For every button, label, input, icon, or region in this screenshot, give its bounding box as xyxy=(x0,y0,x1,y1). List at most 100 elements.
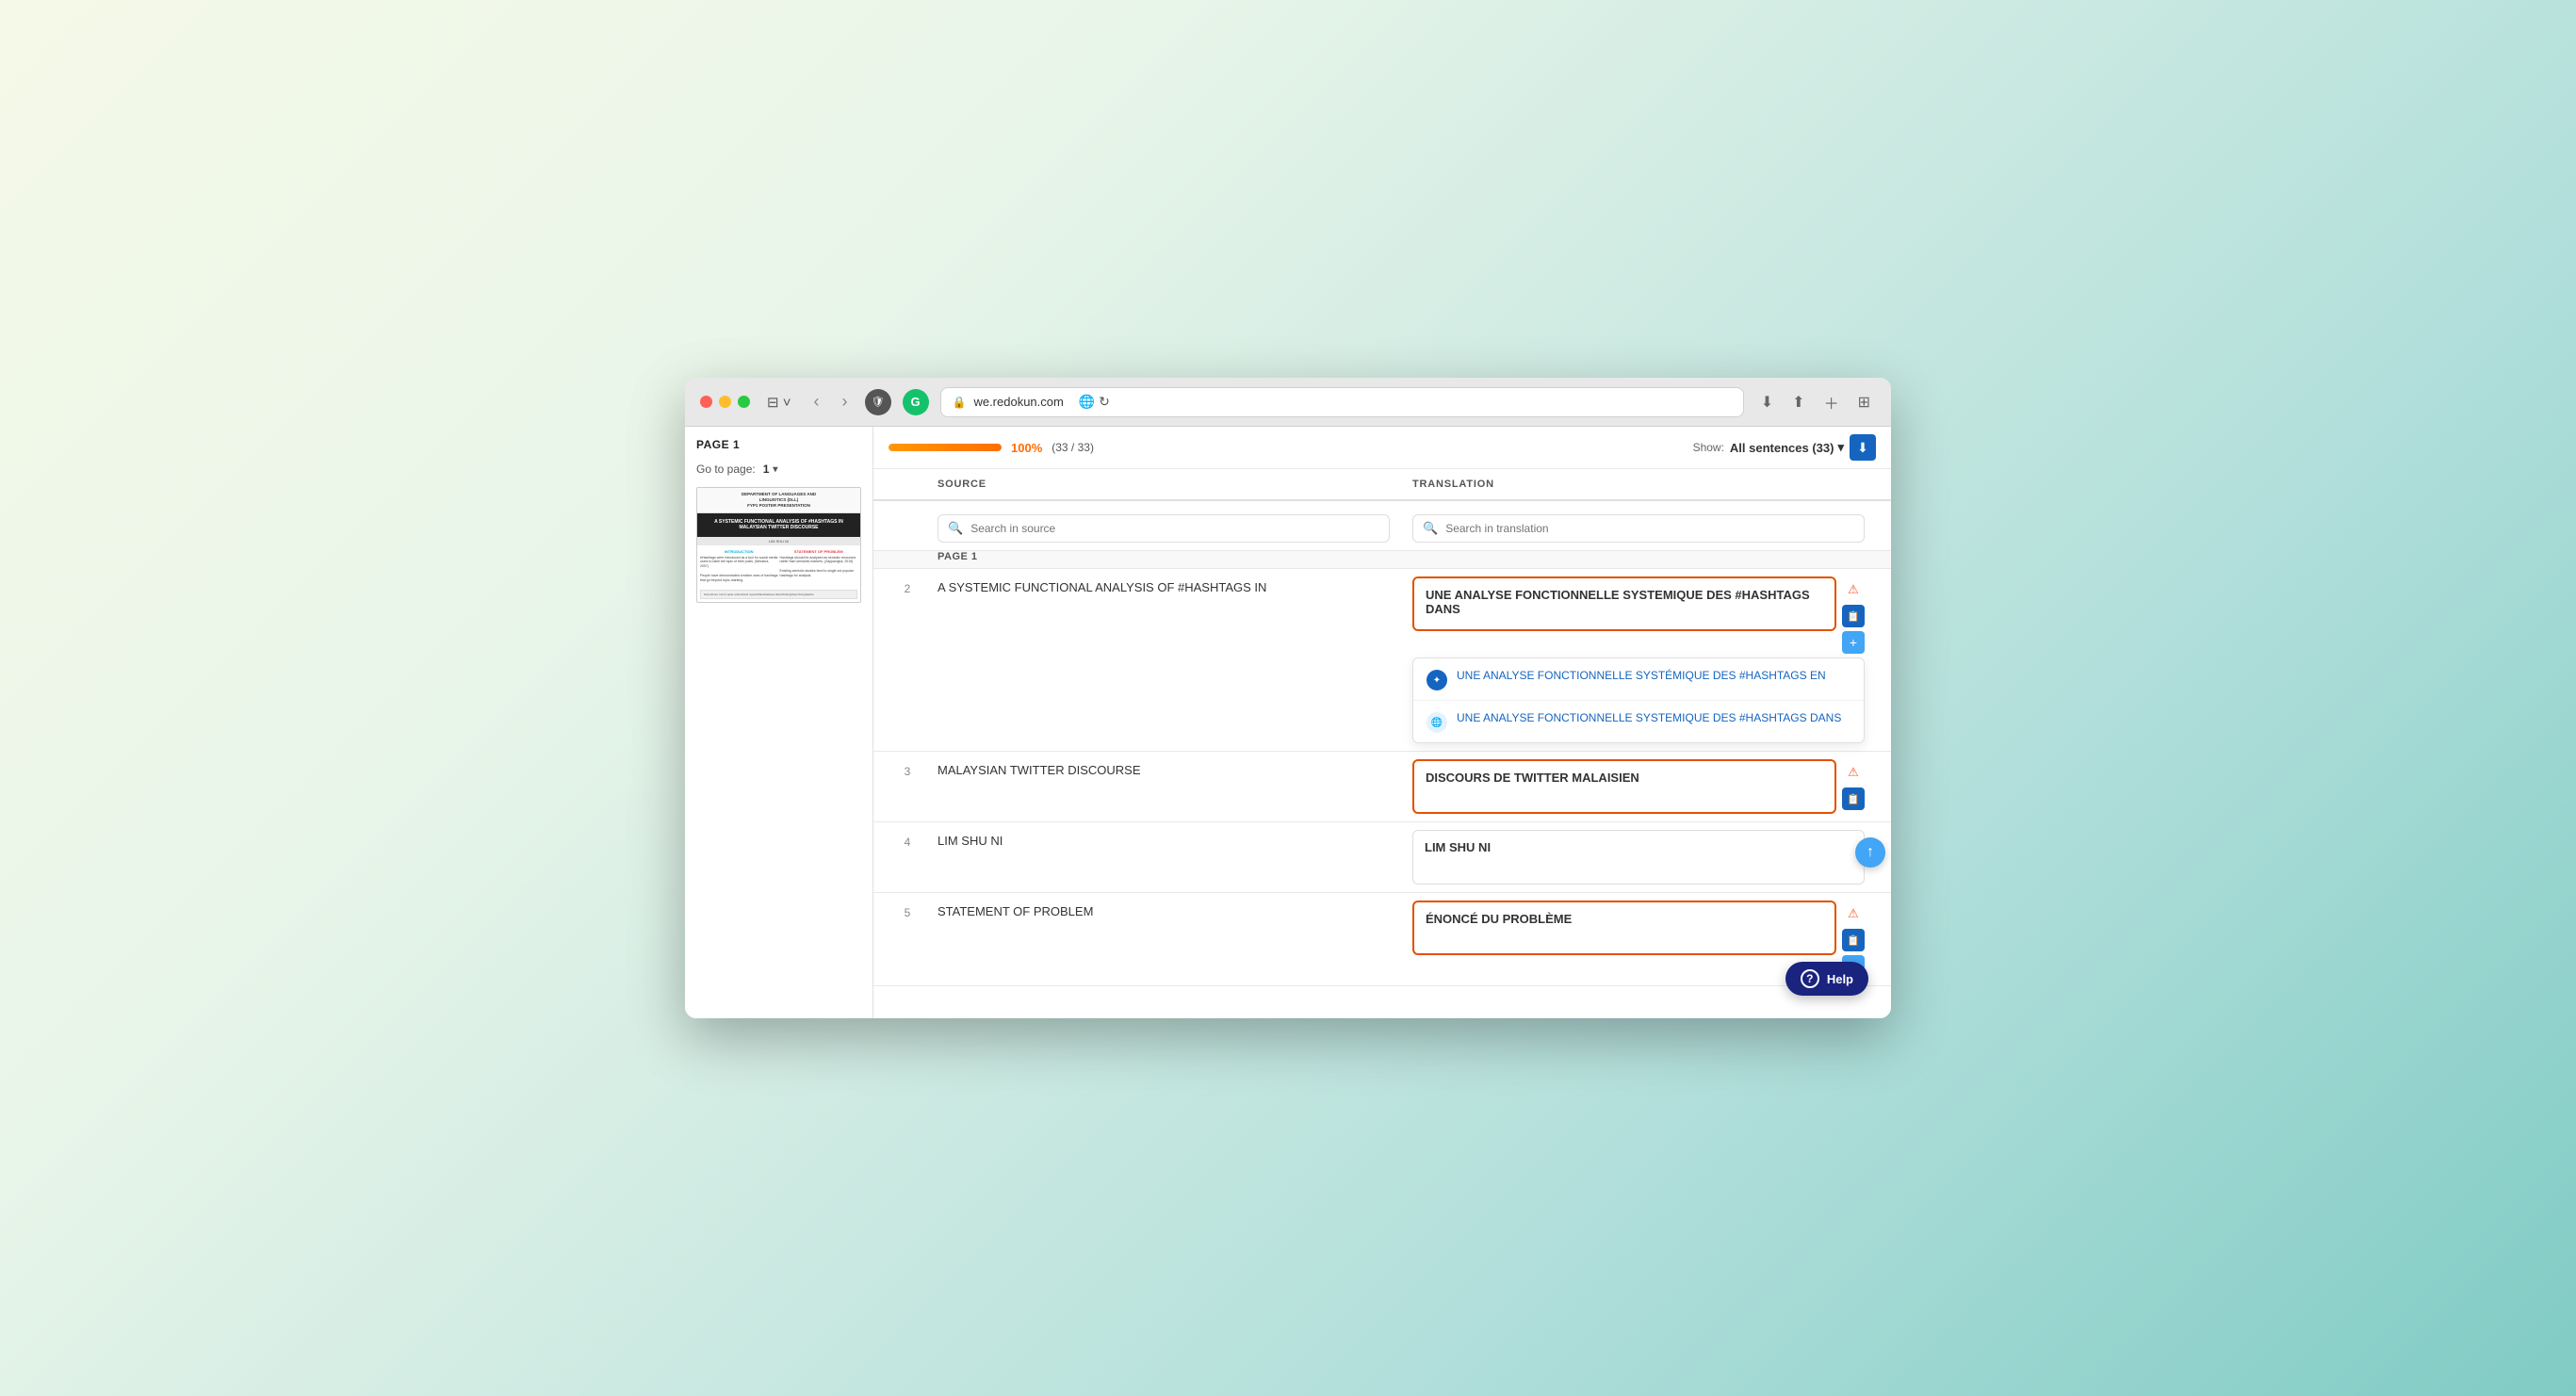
url-display: we.redokun.com xyxy=(973,395,1063,409)
page-dropdown[interactable]: 1 ▾ xyxy=(763,463,778,476)
help-button[interactable]: ? Help xyxy=(1785,962,1868,996)
sidebar-toggle-button[interactable]: ⊟ ˅ xyxy=(761,390,797,414)
translation-textarea-3[interactable]: DISCOURS DE TWITTER MALAISIEN xyxy=(1412,759,1836,814)
translation-cell-3: DISCOURS DE TWITTER MALAISIEN ⚠ 📋 xyxy=(1401,752,1876,821)
suggestions-dropdown: ✦ UNE ANALYSE FONCTIONNELLE SYSTÉMIQUE D… xyxy=(1412,657,1865,743)
toolbar-right: ⬇ ⬆ ＋ ⊞ xyxy=(1755,387,1876,417)
lock-icon: 🔒 xyxy=(953,396,967,409)
source-cell-5: STATEMENT OF PROBLEM xyxy=(926,893,1401,930)
chevron-down-icon: ▾ xyxy=(773,464,777,475)
source-search-icon: 🔍 xyxy=(948,521,963,536)
source-col-header: SOURCE xyxy=(926,469,1401,499)
translation-search-input[interactable] xyxy=(1445,522,1854,535)
download-button[interactable]: ⬇ xyxy=(1755,389,1779,415)
row-number: 2 xyxy=(889,569,926,609)
suggestion-item[interactable]: ✦ UNE ANALYSE FONCTIONNELLE SYSTÉMIQUE D… xyxy=(1413,658,1864,701)
doc-intro-title: INTRODUCTION xyxy=(700,549,778,554)
new-tab-button[interactable]: ＋ xyxy=(1818,387,1845,417)
filter-button[interactable]: ⬇ xyxy=(1850,434,1876,461)
add-button[interactable]: + xyxy=(1842,631,1865,654)
translation-search-cell: 🔍 xyxy=(1401,507,1876,550)
left-panel: PAGE 1 Go to page: 1 ▾ DEPARTMENT OF LAN… xyxy=(685,427,873,1018)
doc-problem-title: STATEMENT OF PROBLEM xyxy=(780,549,858,554)
translation-textarea[interactable]: UNE ANALYSE FONCTIONNELLE SYSTEMIQUE DES… xyxy=(1412,576,1836,631)
right-panel: 100% (33 / 33) Show: All sentences (33) … xyxy=(873,427,1891,1018)
help-icon: ? xyxy=(1801,969,1819,988)
copy-button-3[interactable]: 📋 xyxy=(1842,787,1865,810)
grammarly-icon: G xyxy=(903,389,929,415)
progress-section: 100% (33 / 33) xyxy=(889,441,1678,455)
maximize-button[interactable] xyxy=(738,396,750,408)
translation-col-header: TRANSLATION xyxy=(1401,469,1876,499)
progress-track xyxy=(889,444,1002,451)
translation-cell-4: LIM SHU NI xyxy=(1401,822,1876,892)
goto-page-section: Go to page: 1 ▾ xyxy=(696,463,861,476)
translation-search-icon: 🔍 xyxy=(1423,521,1438,536)
help-label: Help xyxy=(1827,972,1853,986)
translation-cell: UNE ANALYSE FONCTIONNELLE SYSTEMIQUE DES… xyxy=(1401,569,1876,751)
content-area: PAGE 1 Go to page: 1 ▾ DEPARTMENT OF LAN… xyxy=(685,427,1891,1018)
show-label: Show: xyxy=(1693,441,1724,454)
document-thumbnail: DEPARTMENT OF LANGUAGES ANDLINGUISTICS (… xyxy=(696,487,861,603)
source-search-input[interactable] xyxy=(970,522,1379,535)
source-cell-3: MALAYSIAN TWITTER DISCOURSE xyxy=(926,752,1401,788)
show-select-dropdown[interactable]: All sentences (33) ▾ xyxy=(1730,440,1844,455)
row-number-5: 5 xyxy=(889,893,926,933)
suggestion-item-2[interactable]: 🌐 UNE ANALYSE FONCTIONNELLE SYSTEMIQUE D… xyxy=(1413,701,1864,742)
table-header: SOURCE TRANSLATION xyxy=(873,469,1891,501)
warning-icon-3[interactable]: ⚠ xyxy=(1842,761,1865,784)
scroll-up-fab[interactable]: ↑ xyxy=(1855,837,1885,868)
progress-fill xyxy=(889,444,1002,451)
table-row-3: 3 MALAYSIAN TWITTER DISCOURSE DISCOURS D… xyxy=(873,752,1891,822)
copy-button[interactable]: 📋 xyxy=(1842,605,1865,627)
row-3-actions: ⚠ 📋 xyxy=(1842,759,1865,810)
filter-icon: ⬇ xyxy=(1857,440,1868,456)
progress-percent: 100% xyxy=(1011,441,1042,455)
scroll-up-icon: ↑ xyxy=(1867,844,1874,861)
doc-main-title: A SYSTEMIC FUNCTIONAL ANALYSIS OF #HASHT… xyxy=(697,513,860,537)
show-chevron-icon: ▾ xyxy=(1837,440,1844,455)
doc-problem-text: Hashtags should be analysed as semiotic … xyxy=(780,556,858,578)
search-row: 🔍 🔍 xyxy=(873,507,1891,551)
goto-label: Go to page: xyxy=(696,463,756,476)
table-row: 2 A SYSTEMIC FUNCTIONAL ANALYSIS OF #HAS… xyxy=(873,569,1891,752)
warning-icon-5[interactable]: ⚠ xyxy=(1842,902,1865,925)
suggestion-text-2: UNE ANALYSE FONCTIONNELLE SYSTEMIQUE DES… xyxy=(1457,710,1841,726)
suggestion-text: UNE ANALYSE FONCTIONNELLE SYSTÉMIQUE DES… xyxy=(1457,668,1826,684)
table-row-5: 5 STATEMENT OF PROBLEM ÉNONCÉ DU PROBLÈM… xyxy=(873,893,1891,986)
top-bar: 100% (33 / 33) Show: All sentences (33) … xyxy=(873,427,1891,469)
doc-author: LIM SHU NI xyxy=(697,537,860,545)
traffic-lights xyxy=(700,396,750,408)
show-value: All sentences (33) xyxy=(1730,441,1834,455)
back-button[interactable]: ‹ xyxy=(808,388,825,415)
doc-intro-text: #Hashtags were introduced as a tool for … xyxy=(700,556,778,583)
suggestion-icon-blue: ✦ xyxy=(1427,670,1447,690)
source-search-cell: 🔍 xyxy=(926,507,1401,550)
page-label: PAGE 1 xyxy=(696,438,740,451)
page-number: 1 xyxy=(763,463,770,476)
translate-icon: 🌐 ↻ xyxy=(1079,394,1110,410)
address-bar[interactable]: 🔒 we.redokun.com 🌐 ↻ xyxy=(940,387,1744,417)
grid-view-button[interactable]: ⊞ xyxy=(1852,389,1876,415)
forward-button[interactable]: › xyxy=(837,388,854,415)
minimize-button[interactable] xyxy=(719,396,731,408)
page-header: PAGE 1 xyxy=(696,438,861,451)
copy-button-5[interactable]: 📋 xyxy=(1842,929,1865,951)
translation-textarea-5[interactable]: ÉNONCÉ DU PROBLÈME xyxy=(1412,901,1836,955)
doc-caption: Sometimes I don't quite understand mysel… xyxy=(700,590,857,599)
translation-table: SOURCE TRANSLATION 🔍 🔍 xyxy=(873,469,1891,1018)
source-search-wrap: 🔍 xyxy=(937,514,1390,543)
table-row-4: 4 LIM SHU NI LIM SHU NI xyxy=(873,822,1891,893)
translation-textarea-4[interactable]: LIM SHU NI xyxy=(1412,830,1865,885)
close-button[interactable] xyxy=(700,396,712,408)
title-bar: ⊟ ˅ ‹ › 🛡 G 🔒 we.redokun.com 🌐 ↻ ⬇ ⬆ ＋ ⊞ xyxy=(685,378,1891,427)
row-number-4: 4 xyxy=(889,822,926,862)
share-button[interactable]: ⬆ xyxy=(1786,389,1810,415)
source-cell-4: LIM SHU NI xyxy=(926,822,1401,859)
row-actions: ⚠ 📋 + xyxy=(1842,576,1865,654)
progress-count: (33 / 33) xyxy=(1052,441,1094,454)
source-cell: A SYSTEMIC FUNCTIONAL ANALYSIS OF #HASHT… xyxy=(926,569,1401,606)
row-number-3: 3 xyxy=(889,752,926,791)
warning-icon[interactable]: ⚠ xyxy=(1842,578,1865,601)
suggestion-icon-light: 🌐 xyxy=(1427,712,1447,733)
